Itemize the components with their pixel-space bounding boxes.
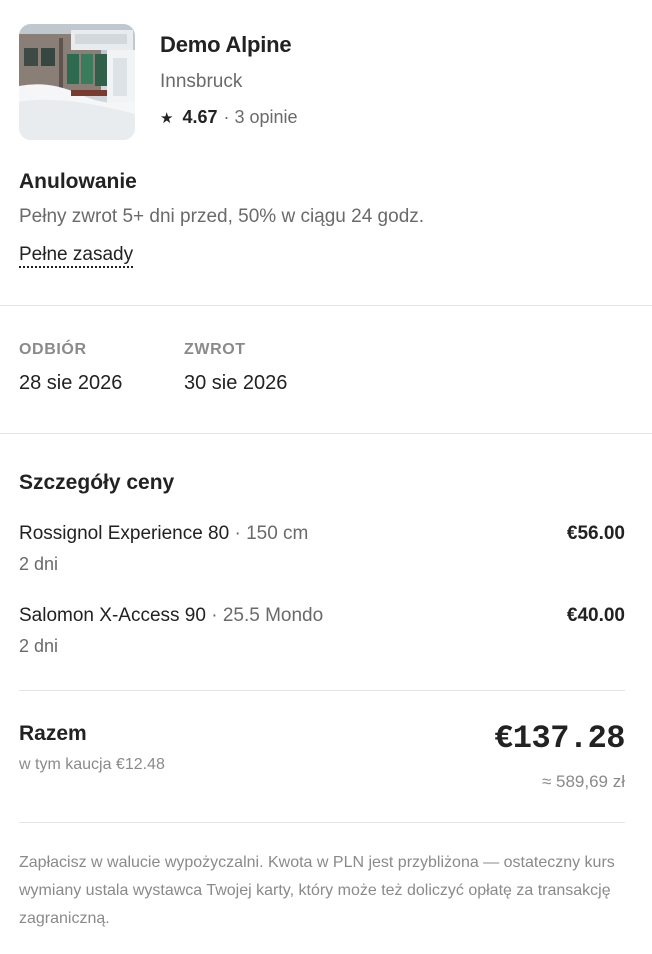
rating-separator: · [223,107,230,127]
return-label: ZWROT [184,341,246,358]
price-details-title: Szczegóły ceny [19,471,175,494]
item-description: Rossignol Experience 80 · 150 cm [19,523,625,545]
item-description: Salomon X-Access 90 · 25.5 Mondo [19,605,625,627]
item-days: 2 dni [19,554,59,574]
item-name: Salomon X-Access 90 [19,605,206,626]
item-separator: · [211,605,218,626]
total-label: Razem [19,722,87,745]
currency-footnote: Zapłacisz w walucie wypożyczalni. Kwota … [19,854,615,927]
footnote-divider [19,822,625,823]
pickup-label: ODBIÓR [19,341,87,358]
item-price: €56.00 [566,523,625,544]
item-separator: · [234,523,241,544]
full-policy-link[interactable]: Pełne zasady [19,244,134,268]
shop-header: Demo Alpine Innsbruck ★ 4.67 · 3 opinie [19,24,619,140]
star-icon: ★ [160,109,174,127]
shop-city: Innsbruck [160,71,243,92]
pickup-date-block: ODBIÓR 28 sie 2026 [19,341,122,395]
rating-row: ★ 4.67 · 3 opinie [160,107,298,128]
return-date: 30 sie 2026 [184,372,288,394]
pln-approximation: ≈ 589,69 zł [541,772,625,791]
item-price: €40.00 [566,605,625,626]
section-divider [0,305,652,306]
total-divider [19,690,625,691]
rating-value: 4.67 [182,107,218,127]
item-name: Rossignol Experience 80 [19,523,230,544]
shop-thumbnail [19,24,135,140]
section-divider [0,433,652,434]
item-size: 25.5 Mondo [222,605,324,626]
item-days: 2 dni [19,636,59,656]
item-size: 150 cm [246,523,309,544]
deposit-note: w tym kaucja €12.48 [19,756,165,773]
shop-name: Demo Alpine [160,32,292,57]
review-count[interactable]: 3 opinie [235,107,298,128]
total-price: €137.28 [494,720,625,757]
price-line-item: Salomon X-Access 90 · 25.5 Mondo 2 dni €… [19,605,625,657]
price-line-item: Rossignol Experience 80 · 150 cm 2 dni €… [19,523,625,575]
cancellation-description: Pełny zwrot 5+ dni przed, 50% w ciągu 24… [19,206,425,227]
pickup-date: 28 sie 2026 [19,372,123,394]
return-date-block: ZWROT 30 sie 2026 [184,341,287,395]
cancellation-title: Anulowanie [19,170,137,193]
